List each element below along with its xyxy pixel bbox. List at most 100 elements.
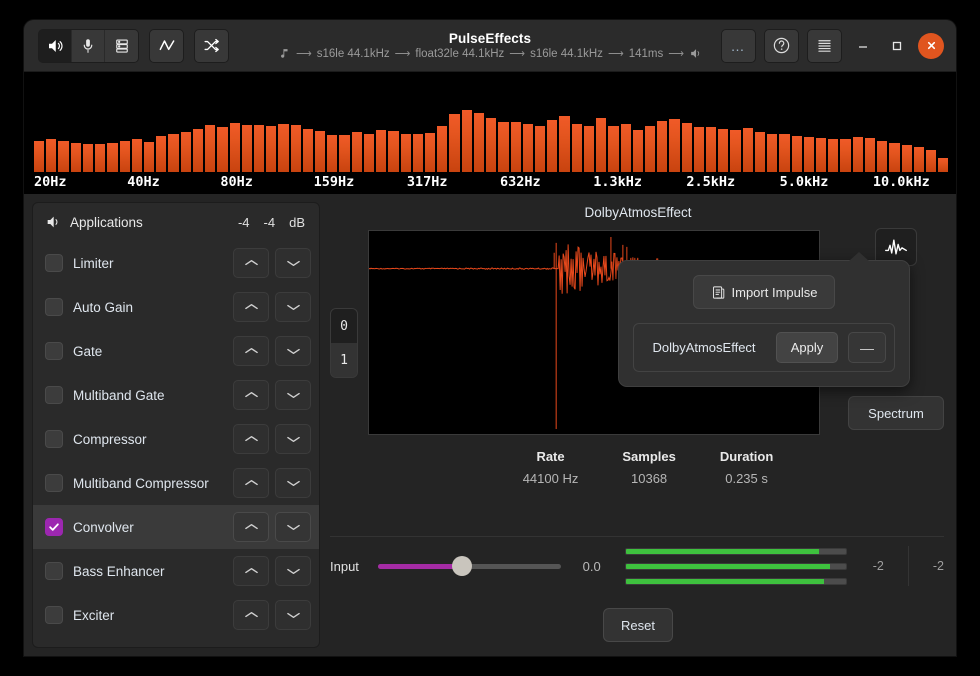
slider-knob[interactable] [452, 556, 473, 576]
sidebar-item-exciter[interactable]: Exciter [33, 593, 319, 637]
move-up-button[interactable] [233, 380, 269, 410]
remove-impulse-button[interactable]: — [848, 332, 886, 363]
spectrum-bar [58, 141, 69, 172]
sidebar-item-multiband-compressor[interactable]: Multiband Compressor [33, 461, 319, 505]
move-down-button[interactable] [275, 512, 311, 542]
spectrum-bar [767, 134, 778, 172]
freq-label-2: 80Hz [220, 174, 253, 190]
freq-label-0: 20Hz [34, 174, 67, 190]
move-up-button[interactable] [233, 292, 269, 322]
move-up-button[interactable] [233, 556, 269, 586]
spectrum-bar [669, 119, 680, 172]
channel-button-1[interactable]: 1 [331, 343, 357, 377]
io-controls: Input 0.0 -2 -2 [330, 536, 944, 602]
impulse-popover: Import Impulse DolbyAtmosEffect Apply — [618, 252, 910, 387]
sidebar-item-limiter[interactable]: Limiter [33, 241, 319, 285]
chevron-down-icon [286, 304, 300, 311]
impulse-item-name: DolbyAtmosEffect [652, 340, 756, 355]
effect-enable-checkbox[interactable] [45, 562, 63, 580]
effect-enable-checkbox[interactable] [45, 430, 63, 448]
move-down-button[interactable] [275, 336, 311, 366]
move-up-button[interactable] [233, 468, 269, 498]
effect-enable-checkbox[interactable] [45, 606, 63, 624]
spectrum-bar [510, 122, 521, 172]
import-impulse-button[interactable]: Import Impulse [693, 275, 835, 309]
sine-wave-button[interactable] [149, 28, 184, 63]
page-title: DolbyAtmosEffect [584, 205, 692, 220]
output-speaker-icon [691, 49, 700, 58]
level-meter-0 [624, 547, 847, 555]
shuffle-button[interactable] [194, 28, 229, 63]
effect-enable-checkbox[interactable] [45, 474, 63, 492]
stat-samples: Samples 10368 [622, 449, 675, 486]
channel-button-0[interactable]: 0 [331, 309, 357, 343]
move-up-button[interactable] [233, 336, 269, 366]
pipeline-arrow-4: ⟶ [668, 48, 685, 60]
spectrum-bar [547, 120, 558, 172]
close-button[interactable] [918, 32, 944, 59]
move-down-button[interactable] [275, 248, 311, 278]
stat-rate: Rate 44100 Hz [523, 449, 579, 486]
reset-row: Reset [328, 608, 948, 642]
sidebar-item-bass-enhancer[interactable]: Bass Enhancer [33, 549, 319, 593]
effect-reorder-controls [233, 512, 311, 542]
main-menu-button[interactable] [807, 28, 842, 63]
applications-header[interactable]: Applications -4 -4 dB [33, 203, 319, 241]
effect-enable-checkbox[interactable] [45, 342, 63, 360]
effect-reorder-controls [233, 380, 311, 410]
maximize-button[interactable] [884, 33, 910, 59]
sidebar-item-gate[interactable]: Gate [33, 329, 319, 373]
move-up-button[interactable] [233, 512, 269, 542]
effect-enable-checkbox[interactable] [45, 254, 63, 272]
chevron-down-icon [286, 348, 300, 355]
spectrum-bar [449, 114, 460, 172]
move-down-button[interactable] [275, 292, 311, 322]
input-gain-slider[interactable] [378, 556, 561, 576]
sidebar-item-compressor[interactable]: Compressor [33, 417, 319, 461]
chevron-down-icon [286, 392, 300, 399]
move-up-button[interactable] [233, 248, 269, 278]
spectrum-bar [302, 129, 314, 172]
move-up-button[interactable] [233, 600, 269, 630]
spectrum-analyzer[interactable]: 20Hz 40Hz 80Hz 159Hz 317Hz 632Hz 1.3kHz 2.5kHz 5… [24, 72, 956, 194]
effect-enable-checkbox[interactable] [45, 298, 63, 316]
chevron-up-icon [244, 611, 258, 618]
spectrum-bar [82, 144, 94, 172]
minimize-button[interactable] [850, 33, 876, 59]
freq-label-3: 159Hz [313, 174, 355, 190]
frequency-axis: 20Hz 40Hz 80Hz 159Hz 317Hz 632Hz 1.3kHz 2.5kHz 5… [24, 172, 956, 194]
effect-enable-checkbox[interactable] [45, 518, 63, 536]
microphone-icon-button[interactable] [72, 29, 105, 62]
move-up-button[interactable] [233, 424, 269, 454]
move-down-button[interactable] [275, 380, 311, 410]
move-down-button[interactable] [275, 424, 311, 454]
more-options-button[interactable]: … [721, 28, 756, 63]
effect-label: Compressor [73, 431, 147, 447]
spectrum-bar [571, 124, 582, 172]
effect-enable-checkbox[interactable] [45, 386, 63, 404]
move-down-button[interactable] [275, 600, 311, 630]
help-button[interactable] [764, 28, 799, 63]
move-down-button[interactable] [275, 468, 311, 498]
spectrum-bar [107, 143, 118, 172]
spectrum-bar [718, 129, 729, 172]
level-divider [907, 546, 909, 586]
spectrum-bar [522, 124, 533, 172]
sidebar-item-multiband-gate[interactable]: Multiband Gate [33, 373, 319, 417]
sidebar-item-convolver[interactable]: Convolver [33, 505, 319, 549]
move-down-button[interactable] [275, 556, 311, 586]
stat-key: Rate [536, 449, 565, 464]
input-row: Input 0.0 -2 -2 [330, 546, 944, 586]
spectrum-bar [498, 122, 509, 172]
effect-reorder-controls [233, 468, 311, 498]
sidebar-item-auto-gain[interactable]: Auto Gain [33, 285, 319, 329]
apply-button[interactable]: Apply [776, 332, 838, 363]
reset-button[interactable]: Reset [603, 608, 673, 642]
pipeline-info: ⟶ s16le 44.1kHz ⟶ float32le 44.1kHz ⟶ s1… [278, 47, 702, 60]
spectrum-bar [363, 134, 375, 172]
speaker-icon-button[interactable] [39, 29, 72, 62]
stack-icon-button[interactable] [105, 29, 138, 62]
spectrum-toggle-button[interactable]: Spectrum [848, 396, 944, 430]
chevron-up-icon [244, 523, 258, 530]
chevron-down-icon [286, 568, 300, 575]
